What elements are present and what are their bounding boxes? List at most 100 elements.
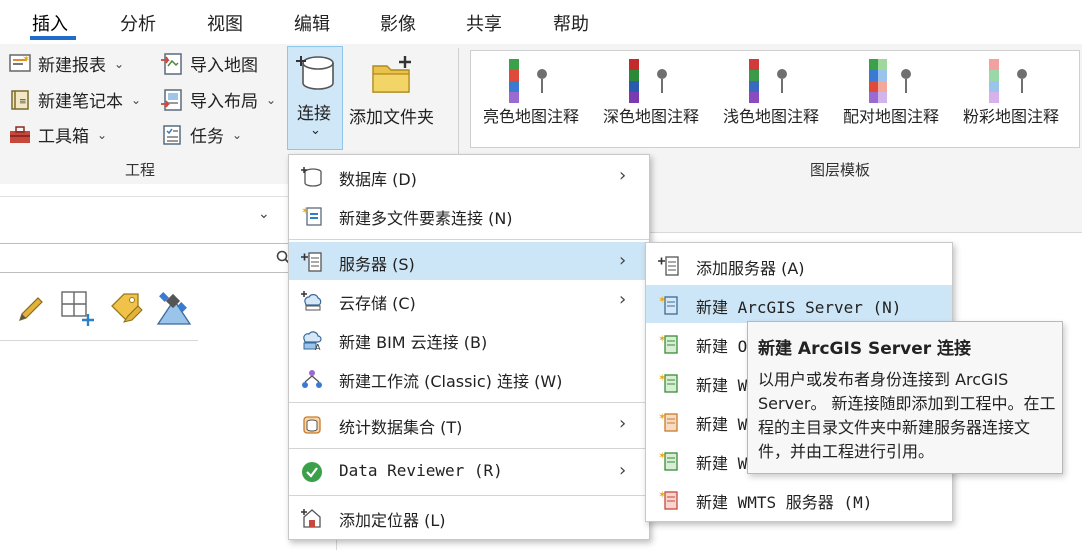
import-map-button[interactable]: 导入地图 [160,51,258,76]
menu-separator [289,239,649,240]
menu-item-label: 新建工作流 (Classic) 连接 (W) [339,372,563,391]
menu-item-label: 添加定位器 (L) [339,511,446,530]
template-light-map-notes[interactable]: 亮色地图注释 [471,51,591,147]
menu-item-label: 新建 W [696,454,748,473]
tasks-button[interactable]: 任务 ⌄ [160,122,242,147]
menu-item-cloud-storage[interactable]: 云存储 (C) › [289,281,649,319]
menu-item-new-arcgis-server[interactable]: ✶ 新建 ArcGIS Server (N) [646,285,952,323]
tab-edit[interactable]: 编辑 [294,10,330,36]
menu-item-add-server[interactable]: 添加服务器 (A) [646,246,952,284]
chevron-down-icon[interactable]: ⌄ [258,206,270,222]
tab-share[interactable]: 共享 [466,10,502,36]
menu-item-label: 新建 WMTS 服务器 (M) [696,493,873,512]
template-paired-map-notes[interactable]: 配对地图注释 [831,51,951,147]
menu-separator [289,495,649,496]
toolbox-button[interactable]: 工具箱 ⌄ [8,122,107,147]
ogc-server-icon: ✶ [658,334,678,354]
template-label: 配对地图注释 [843,107,940,126]
pane-divider [0,340,198,341]
menu-item-data-reviewer[interactable]: Data Reviewer (R) › [289,452,649,490]
pin-icon [901,69,911,93]
svg-text:≡: ≡ [19,97,27,107]
menu-item-label: 新建 W [696,415,748,434]
tasks-label: 任务 [190,127,224,147]
menu-item-database[interactable]: 数据库 (D) › [289,157,649,195]
tooltip-body: 以用户或发布者身份连接到 ArcGIS Server。 新连接随即添加到工程中。… [758,370,1056,461]
tasks-icon [160,123,184,147]
svg-text:✶: ✶ [658,334,666,345]
menu-item-label: 新建 W [696,376,748,395]
menu-item-label: 新建 ArcGIS Server (N) [696,298,902,317]
tab-imagery[interactable]: 影像 [380,10,416,36]
wfs-server-icon: ✶ [658,412,678,432]
svg-text:✶: ✶ [22,54,30,65]
add-folder-icon [372,56,411,93]
pencil-icon[interactable] [14,292,48,326]
toolbox-icon [8,123,32,147]
new-notebook-label: 新建笔记本 [38,92,123,112]
svg-text:✶: ✶ [658,295,666,306]
chevron-down-icon: ⌄ [310,123,321,138]
menu-item-workflow-connection[interactable]: 新建工作流 (Classic) 连接 (W) [289,359,649,397]
import-layout-label: 导入布局 [190,92,258,112]
pastel-map-notes-icon [989,59,999,103]
chevron-right-icon: › [619,413,627,434]
menu-item-server[interactable]: 服务器 (S) › [289,242,649,280]
toolbox-label: 工具箱 [38,127,89,147]
menu-item-statistical-data[interactable]: 统计数据集合 (T) › [289,405,649,443]
layer-templates-group-label: 图层模板 [810,161,871,179]
report-icon: ✶ [8,52,32,76]
pin-icon [777,69,787,93]
import-layout-button[interactable]: 导入布局 ⌄ [160,87,276,112]
add-folder-button[interactable]: 添加文件夹 [349,50,443,150]
connect-menu: 数据库 (D) › ✶ 新建多文件要素连接 (N) 服务器 (S) › 云存储 … [288,154,650,540]
satellite-icon[interactable] [154,290,194,330]
new-report-button[interactable]: ✶ 新建报表 ⌄ [8,51,124,76]
tag-edit-icon[interactable] [108,290,146,328]
add-folder-label: 添加文件夹 [349,108,434,128]
import-map-label: 导入地图 [190,56,258,76]
connect-button[interactable]: 连接 ⌄ [287,46,343,150]
tab-help[interactable]: 帮助 [553,10,589,36]
wcs-server-icon: ✶ [658,373,678,393]
database-icon [301,167,322,187]
ribbon-tab-bar: 插入 分析 视图 编辑 影像 共享 帮助 [0,0,1082,44]
tab-analysis[interactable]: 分析 [120,10,156,36]
chevron-down-icon: ⌄ [266,92,277,107]
project-group-label: 工程 [125,161,156,179]
menu-item-bim-cloud-connection[interactable]: A 新建 BIM 云连接 (B) [289,320,649,358]
add-server-icon [658,256,679,276]
search-input[interactable] [0,243,300,273]
menu-item-label: Data Reviewer (R) [339,461,503,480]
dark-map-notes-icon [629,59,639,103]
tab-view[interactable]: 视图 [207,10,243,36]
add-grid-icon[interactable] [60,290,98,328]
tab-insert[interactable]: 插入 [32,10,68,36]
menu-item-new-wmts-server[interactable]: ✶ 新建 WMTS 服务器 (M) [646,480,952,518]
menu-item-label: 服务器 (S) [339,255,415,274]
database-connect-icon [296,56,334,90]
chevron-down-icon: ⌄ [232,127,243,142]
menu-item-add-locator[interactable]: 添加定位器 (L) [289,498,649,536]
svg-text:A: A [315,343,321,351]
menu-item-label: 新建 BIM 云连接 (B) [339,333,488,352]
menu-item-label: 数据库 (D) [339,170,417,189]
template-pastel-map-notes[interactable]: 粉彩地图注释 [951,51,1079,147]
template-dark-map-notes[interactable]: 深色地图注释 [591,51,711,147]
new-report-label: 新建报表 [38,56,106,76]
new-notebook-button[interactable]: ≡ 新建笔记本 ⌄ [8,87,141,112]
svg-text:✶: ✶ [658,412,666,423]
template-muted-map-notes[interactable]: 浅色地图注释 [711,51,831,147]
template-label: 亮色地图注释 [483,107,580,126]
import-layout-icon [160,88,184,112]
pin-icon [1017,69,1027,93]
menu-separator [289,448,649,449]
menu-item-multifile-feature-connection[interactable]: ✶ 新建多文件要素连接 (N) [289,196,649,234]
menu-item-label: 新建多文件要素连接 (N) [339,209,513,228]
menu-item-label: 添加服务器 (A) [696,259,805,278]
bim-cloud-icon: A [303,331,322,351]
chevron-right-icon: › [619,289,627,310]
menu-separator [289,402,649,403]
chevron-right-icon: › [619,250,627,271]
workflow-icon [302,370,322,388]
